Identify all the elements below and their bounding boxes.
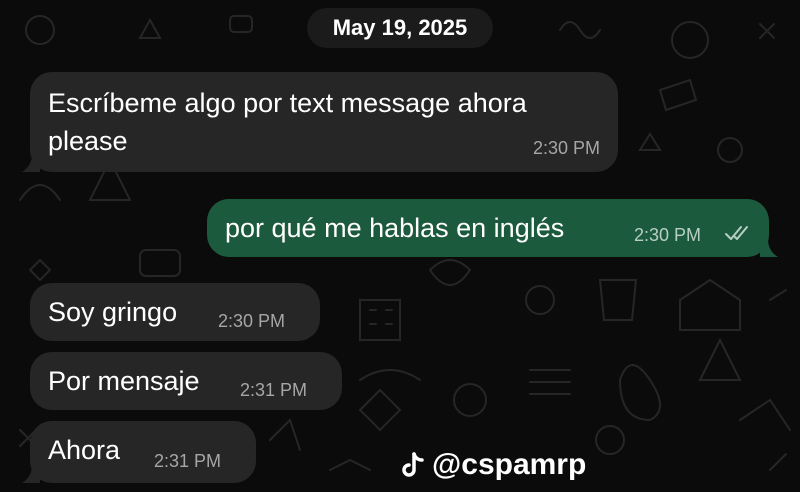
message-text-line: please (48, 126, 128, 156)
tiktok-icon (402, 452, 424, 477)
message-timestamp: 2:31 PM (240, 380, 308, 400)
message-timestamp: 2:30 PM (218, 311, 286, 331)
message-text-line: Escríbeme algo por text message ahora (48, 88, 527, 118)
message-timestamp: 2:30 PM (532, 138, 600, 158)
bubble-tail (22, 465, 40, 483)
message-text: Soy gringo (48, 297, 178, 327)
tiktok-watermark: @cspamrp (400, 446, 586, 484)
bubble-tail (760, 239, 778, 257)
bubble-tail (22, 154, 40, 172)
incoming-message-bubble[interactable]: Escríbeme algo por text message ahora pl… (30, 72, 618, 172)
message-timestamp: 2:30 PM (634, 225, 702, 245)
message-text: Por mensaje (48, 366, 200, 396)
outgoing-message-bubble[interactable]: por qué me hablas en inglés 2:30 PM (207, 199, 769, 257)
incoming-message-bubble[interactable]: Soy gringo 2:30 PM (30, 283, 320, 341)
date-separator: May 19, 2025 (307, 8, 493, 48)
double-check-read-icon (725, 226, 748, 240)
message-text: Ahora (48, 435, 121, 465)
message-timestamp: 2:31 PM (154, 451, 222, 471)
incoming-message-bubble[interactable]: Por mensaje 2:31 PM (30, 352, 342, 410)
message-text: por qué me hablas en inglés (225, 213, 565, 243)
incoming-message-bubble[interactable]: Ahora 2:31 PM (30, 421, 256, 483)
watermark-handle: @cspamrp (432, 448, 587, 481)
